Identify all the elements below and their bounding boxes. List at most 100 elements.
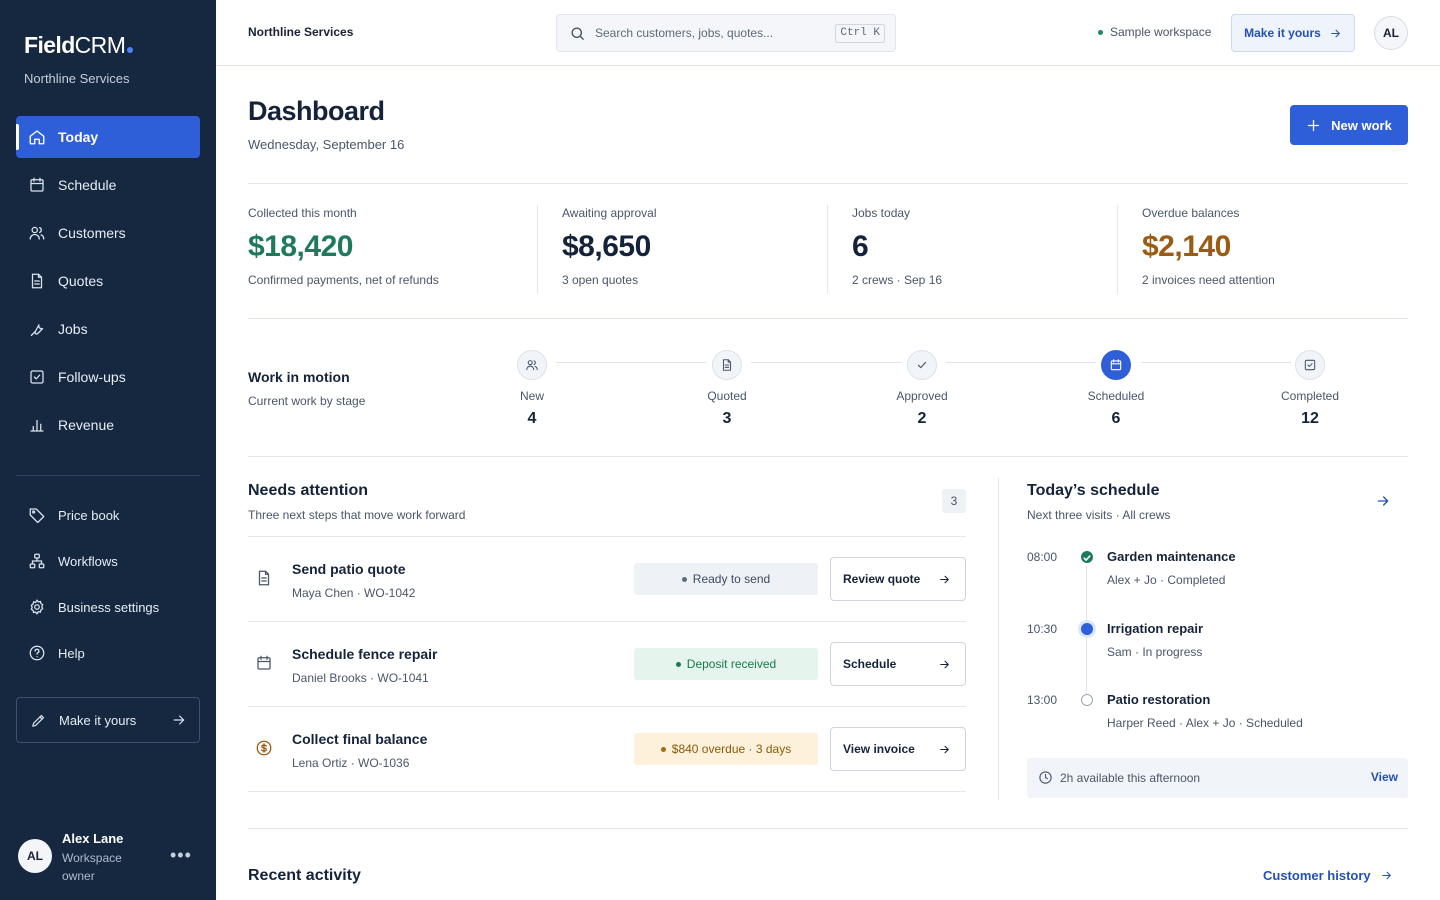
status-dot bbox=[1098, 29, 1103, 35]
sidebar-item-schedule[interactable]: Schedule bbox=[16, 164, 200, 206]
task-meta: Maya Chen · WO-1042 bbox=[292, 586, 416, 600]
schedule-button[interactable]: Schedule bbox=[830, 642, 966, 686]
arrow-right-icon bbox=[1331, 29, 1340, 37]
stage-approved[interactable]: Approved 2 bbox=[882, 350, 962, 428]
view-invoice-button[interactable]: View invoice bbox=[830, 727, 966, 771]
make-it-yours-label: Make it yours bbox=[59, 712, 137, 728]
status-badge-label: $840 overdue · 3 days bbox=[671, 742, 792, 756]
needs-attention-title: Needs attention bbox=[248, 482, 369, 499]
stage-scheduled[interactable]: Scheduled 6 bbox=[1076, 350, 1156, 428]
stage-label: Approved bbox=[896, 389, 948, 403]
todays-schedule-subtitle: Next three visits · All crews bbox=[1027, 508, 1171, 522]
checkbox-icon bbox=[1304, 359, 1316, 371]
kpi-collected: Collected this month $18,420 Confirmed p… bbox=[248, 206, 528, 294]
kpi-divider bbox=[537, 205, 538, 293]
stage-new[interactable]: New 4 bbox=[492, 350, 572, 428]
visit-meta: Sam · In progress bbox=[1107, 645, 1203, 659]
sidebar-item-label: Quotes bbox=[58, 273, 104, 289]
sidebar-item-business-settings[interactable]: Business settings bbox=[16, 586, 200, 628]
column-divider bbox=[998, 478, 999, 800]
keyboard-shortcut-hint: Ctrl K bbox=[835, 24, 885, 43]
avatar[interactable]: AL bbox=[18, 839, 52, 873]
tag-icon bbox=[29, 508, 45, 524]
arrow-right-icon bbox=[173, 715, 185, 725]
needs-attention-subtitle: Three next steps that move work forward bbox=[248, 508, 466, 522]
arrow-right-icon bbox=[1381, 871, 1391, 880]
make-it-yours-button[interactable]: Make it yours bbox=[1231, 14, 1355, 52]
user-role: Workspace owner bbox=[62, 851, 122, 883]
sidebar-item-today[interactable]: Today bbox=[16, 116, 200, 158]
kpi-value: $2,140 bbox=[1142, 230, 1231, 263]
new-work-button[interactable]: New work bbox=[1290, 105, 1408, 145]
wrench-icon bbox=[30, 324, 44, 337]
visit-title: Patio restoration bbox=[1107, 692, 1211, 707]
kpi-value: $18,420 bbox=[248, 230, 353, 263]
stage-quoted[interactable]: Quoted 3 bbox=[687, 350, 767, 428]
sidebar-item-price-book[interactable]: Price book bbox=[16, 494, 200, 536]
arrow-right-icon[interactable] bbox=[1375, 493, 1391, 509]
divider bbox=[248, 456, 1408, 457]
sidebar-item-workflows[interactable]: Workflows bbox=[16, 540, 200, 582]
user-profile[interactable]: AL Alex Lane Workspace owner ••• bbox=[18, 829, 202, 885]
sidebar-item-label: Help bbox=[58, 645, 85, 661]
page-date: Wednesday, September 16 bbox=[248, 137, 405, 152]
sidebar-item-follow-ups[interactable]: Follow-ups bbox=[16, 356, 200, 398]
app-logo[interactable]: FieldCRM bbox=[24, 32, 134, 59]
kpi-jobs-today: Jobs today 6 2 crews · Sep 16 bbox=[852, 206, 1102, 294]
sidebar-item-quotes[interactable]: Quotes bbox=[16, 260, 200, 302]
task-title: Schedule fence repair bbox=[292, 646, 438, 662]
stage-icon-circle bbox=[907, 350, 937, 380]
make-it-yours-sidebar-button[interactable]: Make it yours bbox=[16, 697, 200, 743]
sidebar-item-jobs[interactable]: Jobs bbox=[16, 308, 200, 350]
recent-activity-title: Recent activity bbox=[248, 867, 361, 884]
more-options-icon[interactable]: ••• bbox=[170, 845, 192, 866]
sidebar-item-customers[interactable]: Customers bbox=[16, 212, 200, 254]
sidebar-divider bbox=[16, 475, 200, 476]
stage-icon-circle bbox=[1295, 350, 1325, 380]
sidebar-item-help[interactable]: Help bbox=[16, 632, 200, 674]
search-bar[interactable]: Ctrl K bbox=[556, 14, 896, 52]
task-title: Collect final balance bbox=[292, 731, 428, 747]
schedule-visit[interactable]: 10:30 Irrigation repair Sam · In progres… bbox=[1027, 621, 1407, 671]
stage-completed[interactable]: Completed 12 bbox=[1270, 350, 1350, 428]
visit-title: Garden maintenance bbox=[1107, 549, 1236, 564]
search-input[interactable] bbox=[595, 26, 823, 40]
schedule-visit[interactable]: 08:00 Garden maintenance Alex + Jo · Com… bbox=[1027, 549, 1407, 599]
visit-time: 08:00 bbox=[1027, 550, 1058, 564]
view-availability-link[interactable]: View bbox=[1371, 770, 1398, 784]
sidebar-item-label: Jobs bbox=[58, 321, 88, 337]
status-badge: $840 overdue · 3 days bbox=[634, 733, 818, 765]
button-label: Schedule bbox=[843, 657, 897, 671]
sidebar-item-label: Price book bbox=[58, 507, 120, 523]
work-in-motion-title: Work in motion bbox=[248, 369, 350, 385]
arrow-right-icon bbox=[940, 660, 949, 669]
status-dot bbox=[675, 661, 681, 667]
checkbox-icon bbox=[30, 370, 44, 384]
divider bbox=[248, 183, 1408, 184]
sidebar-item-label: Workflows bbox=[58, 553, 118, 569]
customer-history-label: Customer history bbox=[1263, 868, 1371, 883]
needs-attention-count-badge: 3 bbox=[942, 489, 966, 513]
company-name: Northline Services bbox=[248, 25, 354, 39]
sidebar-item-revenue[interactable]: Revenue bbox=[16, 404, 200, 446]
schedule-visit[interactable]: 13:00 Patio restoration Harper Reed · Al… bbox=[1027, 692, 1407, 742]
task-meta: Lena Ortiz · WO-1036 bbox=[292, 756, 410, 770]
review-quote-button[interactable]: Review quote bbox=[830, 557, 966, 601]
kpi-divider bbox=[1117, 205, 1118, 293]
sidebar-item-label: Business settings bbox=[58, 599, 160, 615]
stage-connector bbox=[751, 362, 901, 363]
avatar[interactable]: AL bbox=[1374, 16, 1408, 50]
new-work-label: New work bbox=[1331, 117, 1392, 133]
logo-dot bbox=[127, 47, 134, 53]
user-name: Alex Lane bbox=[62, 831, 124, 846]
dollar-icon bbox=[256, 740, 272, 756]
scheduled-status-dot bbox=[1081, 694, 1093, 706]
help-icon bbox=[29, 645, 45, 661]
sidebar: FieldCRM Northline Services Today Schedu… bbox=[0, 0, 216, 900]
calendar-icon bbox=[1110, 359, 1122, 371]
visit-meta: Harper Reed · Alex + Jo · Scheduled bbox=[1107, 716, 1303, 730]
stage-icon-circle bbox=[517, 350, 547, 380]
stage-icon-circle bbox=[712, 350, 742, 380]
status-badge-label: Deposit received bbox=[686, 657, 777, 671]
customer-history-link[interactable]: Customer history bbox=[1263, 868, 1393, 883]
